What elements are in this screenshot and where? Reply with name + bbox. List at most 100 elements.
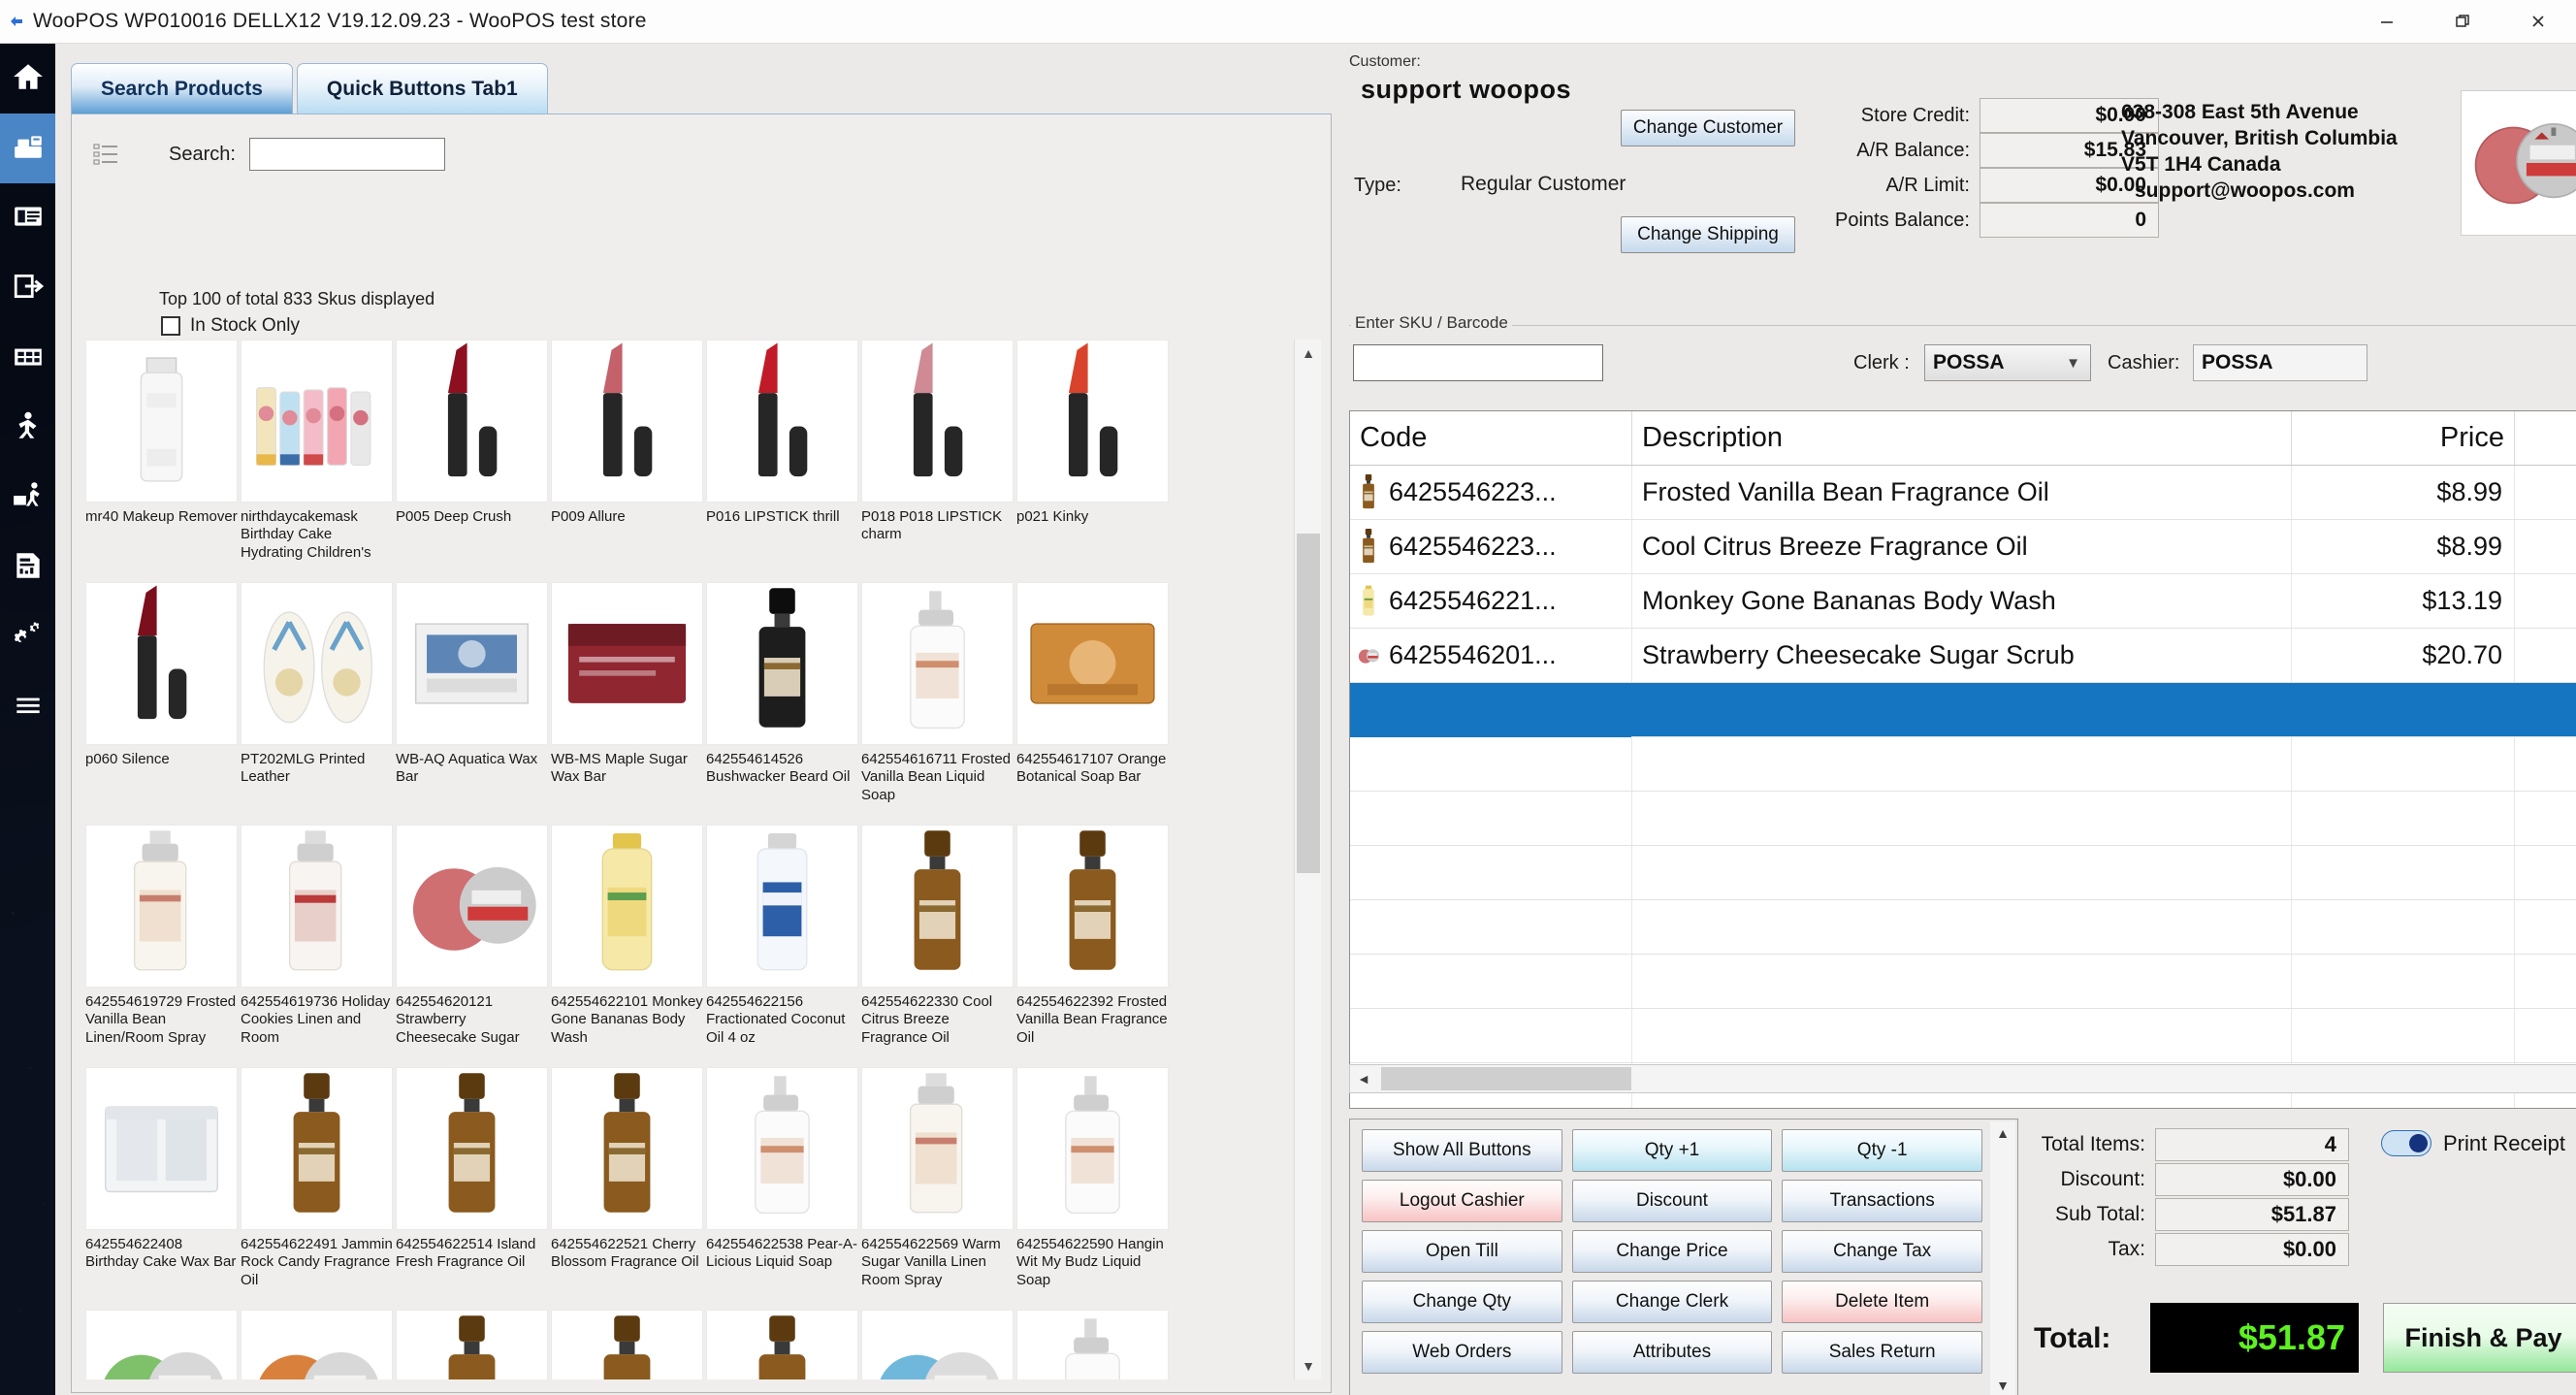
in-stock-only-checkbox[interactable]	[161, 316, 180, 336]
product-thumbnail[interactable]	[1016, 582, 1169, 745]
cart-row-empty[interactable]	[1350, 792, 2576, 846]
column-header-qty[interactable]: Qt	[2514, 411, 2576, 465]
product-tile[interactable]: p021 Kinky	[1016, 340, 1171, 582]
clerk-select[interactable]: POSSA ▼	[1924, 344, 2091, 381]
sidebar-item-customers[interactable]	[0, 393, 55, 463]
product-thumbnail[interactable]	[861, 1067, 1014, 1230]
quick-button-open-till[interactable]: Open Till	[1362, 1230, 1562, 1273]
product-tile[interactable]: 642554622569 Warm Sugar Vanilla Linen Ro…	[861, 1067, 1015, 1310]
column-header-code[interactable]: Code	[1350, 411, 1631, 465]
scroll-left-icon[interactable]: ◄	[1350, 1071, 1377, 1087]
product-thumbnail[interactable]	[706, 825, 858, 988]
column-header-description[interactable]: Description	[1631, 411, 2291, 465]
product-thumbnail[interactable]	[861, 1310, 1014, 1379]
product-thumbnail[interactable]	[1016, 825, 1169, 988]
quick-button-change-tax[interactable]: Change Tax	[1782, 1230, 1982, 1273]
quick-button-qty-1[interactable]: Qty +1	[1572, 1129, 1773, 1172]
product-thumbnail[interactable]	[396, 1310, 548, 1379]
restore-icon[interactable]	[2425, 0, 2500, 44]
close-icon[interactable]	[2500, 0, 2576, 44]
cart-row-empty[interactable]	[1350, 955, 2576, 1009]
sidebar-item-menu[interactable]	[0, 672, 55, 742]
product-thumbnail[interactable]	[241, 1310, 393, 1379]
list-view-icon[interactable]	[93, 142, 118, 167]
quick-button-change-clerk[interactable]: Change Clerk	[1572, 1281, 1773, 1323]
product-thumbnail[interactable]	[396, 582, 548, 745]
product-tile[interactable]: 642554622392 Frosted Vanilla Bean Fragra…	[1016, 825, 1171, 1067]
sidebar-item-invoices[interactable]	[0, 183, 55, 253]
product-thumbnail[interactable]	[551, 1310, 703, 1379]
product-thumbnail[interactable]	[551, 825, 703, 988]
q-scroll-down-icon[interactable]: ▼	[1996, 1374, 2010, 1395]
in-stock-only-row[interactable]: In Stock Only	[161, 315, 300, 337]
sidebar-item-shipping[interactable]	[0, 463, 55, 533]
scrollbar-thumb[interactable]	[1297, 534, 1320, 873]
minimize-icon[interactable]	[2349, 0, 2425, 44]
product-thumbnail[interactable]	[85, 1067, 238, 1230]
print-receipt-toggle[interactable]	[2381, 1130, 2431, 1156]
product-thumbnail[interactable]	[85, 582, 238, 745]
quick-button-qty-1[interactable]: Qty -1	[1782, 1129, 1982, 1172]
quick-button-delete-item[interactable]: Delete Item	[1782, 1281, 1982, 1323]
tab-search-products[interactable]: Search Products	[71, 63, 293, 114]
quick-button-web-orders[interactable]: Web Orders	[1362, 1331, 1562, 1374]
tab-quick-buttons-1[interactable]: Quick Buttons Tab1	[297, 63, 548, 114]
quick-button-transactions[interactable]: Transactions	[1782, 1180, 1982, 1222]
cart-row[interactable]: 6425546223... Frosted Vanilla Bean Fragr…	[1350, 466, 2576, 520]
change-customer-button[interactable]: Change Customer	[1621, 110, 1795, 146]
product-tile[interactable]: 642554619729 Frosted Vanilla Bean Linen/…	[85, 825, 240, 1067]
product-thumbnail[interactable]	[241, 825, 393, 988]
product-grid-scrollbar[interactable]: ▲ ▼	[1294, 340, 1321, 1379]
sidebar-item-reports[interactable]	[0, 533, 55, 602]
product-tile[interactable]: 642554616711 Frosted Vanilla Bean Liquid…	[861, 582, 1015, 825]
quick-button-logout-cashier[interactable]: Logout Cashier	[1362, 1180, 1562, 1222]
scroll-down-icon[interactable]: ▼	[1295, 1352, 1322, 1379]
product-thumbnail[interactable]	[861, 825, 1014, 988]
cart-row-empty[interactable]	[1350, 737, 2576, 792]
quick-button-sales-return[interactable]: Sales Return	[1782, 1331, 1982, 1374]
product-thumbnail[interactable]	[706, 582, 858, 745]
sku-barcode-input[interactable]	[1353, 344, 1603, 381]
product-tile[interactable]: p060 Silence	[85, 582, 240, 825]
sidebar-item-home[interactable]	[0, 44, 55, 114]
product-thumbnail[interactable]	[396, 1067, 548, 1230]
column-header-price[interactable]: Price	[2291, 411, 2514, 465]
cart-row-selected[interactable]	[1350, 683, 2576, 737]
product-tile[interactable]: nirthdaycakemask Birthday Cake Hydrating…	[241, 340, 395, 582]
product-tile[interactable]: 642554622408 Birthday Cake Wax Bar	[85, 1067, 240, 1310]
product-tile[interactable]: 642554622675 Vetiver Essential Oil	[706, 1310, 860, 1379]
product-tile[interactable]: 642554622651 Tea Tree Essential Oil	[396, 1310, 550, 1379]
quick-actions-scrollbar[interactable]: ▲ ▼	[1990, 1121, 2015, 1395]
product-thumbnail[interactable]	[241, 340, 393, 503]
h-scrollbar-thumb[interactable]	[1381, 1067, 1631, 1090]
product-thumbnail[interactable]	[1016, 1067, 1169, 1230]
product-tile[interactable]: WB-AQ Aquatica Wax Bar	[396, 582, 550, 825]
product-thumbnail[interactable]	[706, 1067, 858, 1230]
product-tile[interactable]: PT202MLG Printed Leather	[241, 582, 395, 825]
product-tile[interactable]: 642554622620 Let Me See Your Pumpkin Rol…	[241, 1310, 395, 1379]
quick-button-show-all-buttons[interactable]: Show All Buttons	[1362, 1129, 1562, 1172]
product-thumbnail[interactable]	[706, 1310, 858, 1379]
product-tile[interactable]: 642554620121 Strawberry Cheesecake Sugar	[396, 825, 550, 1067]
product-thumbnail[interactable]	[396, 825, 548, 988]
product-tile[interactable]: 642554622590 Hangin Wit My Budz Liquid S…	[1016, 1067, 1171, 1310]
quick-button-attributes[interactable]: Attributes	[1572, 1331, 1773, 1374]
cart-row-empty[interactable]	[1350, 900, 2576, 955]
product-thumbnail[interactable]	[551, 1067, 703, 1230]
product-thumbnail[interactable]	[551, 582, 703, 745]
product-tile[interactable]: 642554622330 Cool Citrus Breeze Fragranc…	[861, 825, 1015, 1067]
search-input[interactable]	[249, 138, 445, 171]
cart-row[interactable]: 6425546201... Strawberry Cheesecake Suga…	[1350, 629, 2576, 683]
scroll-up-icon[interactable]: ▲	[1295, 340, 1322, 367]
product-thumbnail[interactable]	[551, 340, 703, 503]
product-tile[interactable]: 642554622101 Monkey Gone Bananas Body Wa…	[551, 825, 705, 1067]
cart-row-empty[interactable]	[1350, 1009, 2576, 1063]
quick-button-change-qty[interactable]: Change Qty	[1362, 1281, 1562, 1323]
product-thumbnail[interactable]	[1016, 340, 1169, 503]
sidebar-item-settings[interactable]	[0, 602, 55, 672]
sidebar-item-point-of-sale[interactable]	[0, 114, 55, 183]
product-thumbnail[interactable]	[85, 825, 238, 988]
sidebar-item-exit[interactable]	[0, 253, 55, 323]
product-thumbnail[interactable]	[85, 1310, 238, 1379]
product-tile[interactable]: 642554617107 Orange Botanical Soap Bar	[1016, 582, 1171, 825]
